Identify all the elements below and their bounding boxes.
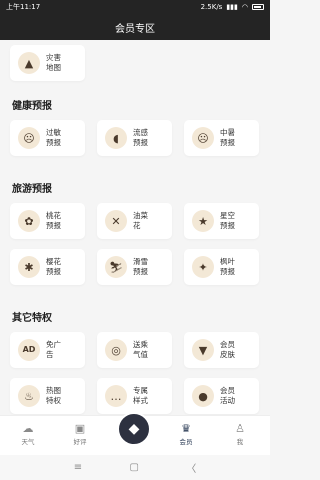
ball-icon: ● (192, 385, 214, 407)
card-label: 专属样式 (133, 386, 148, 405)
image-icon: ▣ (74, 422, 86, 435)
card-label: 会员活动 (220, 386, 235, 405)
card-member-skin[interactable]: ▼ 会员皮肤 (184, 332, 259, 368)
blossom-icon: ✱ (18, 256, 40, 278)
dizzy-face-icon: ☹ (192, 127, 214, 149)
main-content[interactable]: ▲ 灾害地图 健康预报 ☹ 过敏预报 ◖ 流感预报 ☹ 中暑预报 旅游预报 ✿ … (0, 40, 270, 415)
nav-me[interactable]: ♙ 我 (220, 422, 260, 446)
title-bar: 会员专区 (0, 14, 270, 40)
card-no-ads[interactable]: AD 免广告 (10, 332, 85, 368)
card-label: 过敏预报 (46, 128, 61, 147)
card-peach-blossom[interactable]: ✿ 桃花预报 (10, 203, 85, 239)
shirt-icon: ▼ (192, 339, 214, 361)
home-icon[interactable]: ▢ (129, 462, 138, 473)
back-icon[interactable]: 〈 (186, 460, 196, 475)
warning-icon: ▲ (18, 52, 40, 74)
user-icon: ♙ (235, 422, 245, 435)
card-label: 油菜花 (133, 211, 148, 230)
card-label: 星空预报 (220, 211, 235, 230)
section-title-travel: 旅游预报 (12, 184, 52, 195)
card-label: 流感预报 (133, 128, 148, 147)
card-label: 送乘气值 (133, 340, 148, 359)
card-disaster-map[interactable]: ▲ 灾害地图 (10, 45, 85, 81)
card-label: 会员皮肤 (220, 340, 235, 359)
ad-icon: AD (18, 339, 40, 361)
network-speed: 2.5K/s (200, 3, 223, 11)
card-member-events[interactable]: ● 会员活动 (184, 378, 259, 414)
page-title: 会员专区 (115, 23, 155, 35)
card-label: 中暑预报 (220, 128, 235, 147)
card-label: 桃花预报 (46, 211, 61, 230)
maple-leaf-icon: ✦ (192, 256, 214, 278)
card-heatstroke[interactable]: ☹ 中暑预报 (184, 120, 259, 156)
nav-weather[interactable]: ☁ 天气 (8, 422, 48, 446)
sad-face-icon: ☹ (18, 127, 40, 149)
card-cherry-blossom[interactable]: ✱ 樱花预报 (10, 249, 85, 285)
card-allergy[interactable]: ☹ 过敏预报 (10, 120, 85, 156)
status-time: 上午11:17 (6, 3, 41, 11)
skiing-icon: ⛷ (105, 256, 127, 278)
crown-icon: ♛ (181, 422, 191, 435)
section-title-privileges: 其它特权 (12, 313, 52, 324)
status-bar: 上午11:17 2.5K/s ▮▮▮ ◠ (0, 0, 270, 14)
menu-icon[interactable]: ≡ (74, 462, 82, 473)
chat-icon: … (105, 385, 127, 407)
card-label: 热图特权 (46, 386, 61, 405)
card-label: 枫叶预报 (220, 257, 235, 276)
card-skiing[interactable]: ⛷ 滑雪预报 (97, 249, 172, 285)
butterfly-icon: ✕ (105, 210, 127, 232)
card-exclusive-style[interactable]: … 专属样式 (97, 378, 172, 414)
nav-label: 会员 (179, 438, 193, 446)
card-label: 樱花预报 (46, 257, 61, 276)
bottom-nav: ☁ 天气 ▣ 好评 ◆ ♛ 会员 ♙ 我 (0, 412, 270, 455)
nav-reviews[interactable]: ▣ 好评 (60, 422, 100, 446)
pill-icon: ◖ (105, 127, 127, 149)
status-indicators: 2.5K/s ▮▮▮ ◠ (201, 3, 264, 11)
system-nav: ≡ ▢ 〈 (0, 455, 270, 480)
card-label: 灾害地图 (46, 53, 61, 72)
section-title-health: 健康预报 (12, 101, 52, 112)
nav-label: 我 (236, 438, 244, 446)
flower-icon: ✿ (18, 210, 40, 232)
card-maple-leaf[interactable]: ✦ 枫叶预报 (184, 249, 259, 285)
nav-label: 天气 (21, 438, 35, 446)
nav-member[interactable]: ♛ 会员 (166, 422, 206, 446)
nav-label: 好评 (73, 438, 87, 446)
signal-icon: ▮▮▮ (226, 3, 238, 11)
wifi-icon: ◠ (241, 3, 248, 11)
star-icon: ★ (192, 210, 214, 232)
card-label: 免广告 (46, 340, 61, 359)
center-logo-button[interactable]: ◆ (117, 412, 151, 446)
cloud-icon: ☁ (22, 422, 34, 435)
battery-icon (252, 4, 264, 10)
center-logo-icon: ◆ (128, 421, 140, 437)
card-starry-sky[interactable]: ★ 星空预报 (184, 203, 259, 239)
flame-icon: ♨ (18, 385, 40, 407)
card-label: 滑雪预报 (133, 257, 148, 276)
card-heatmap[interactable]: ♨ 热图特权 (10, 378, 85, 414)
card-flu[interactable]: ◖ 流感预报 (97, 120, 172, 156)
card-gift-points[interactable]: ◎ 送乘气值 (97, 332, 172, 368)
coin-icon: ◎ (105, 339, 127, 361)
card-rapeseed[interactable]: ✕ 油菜花 (97, 203, 172, 239)
